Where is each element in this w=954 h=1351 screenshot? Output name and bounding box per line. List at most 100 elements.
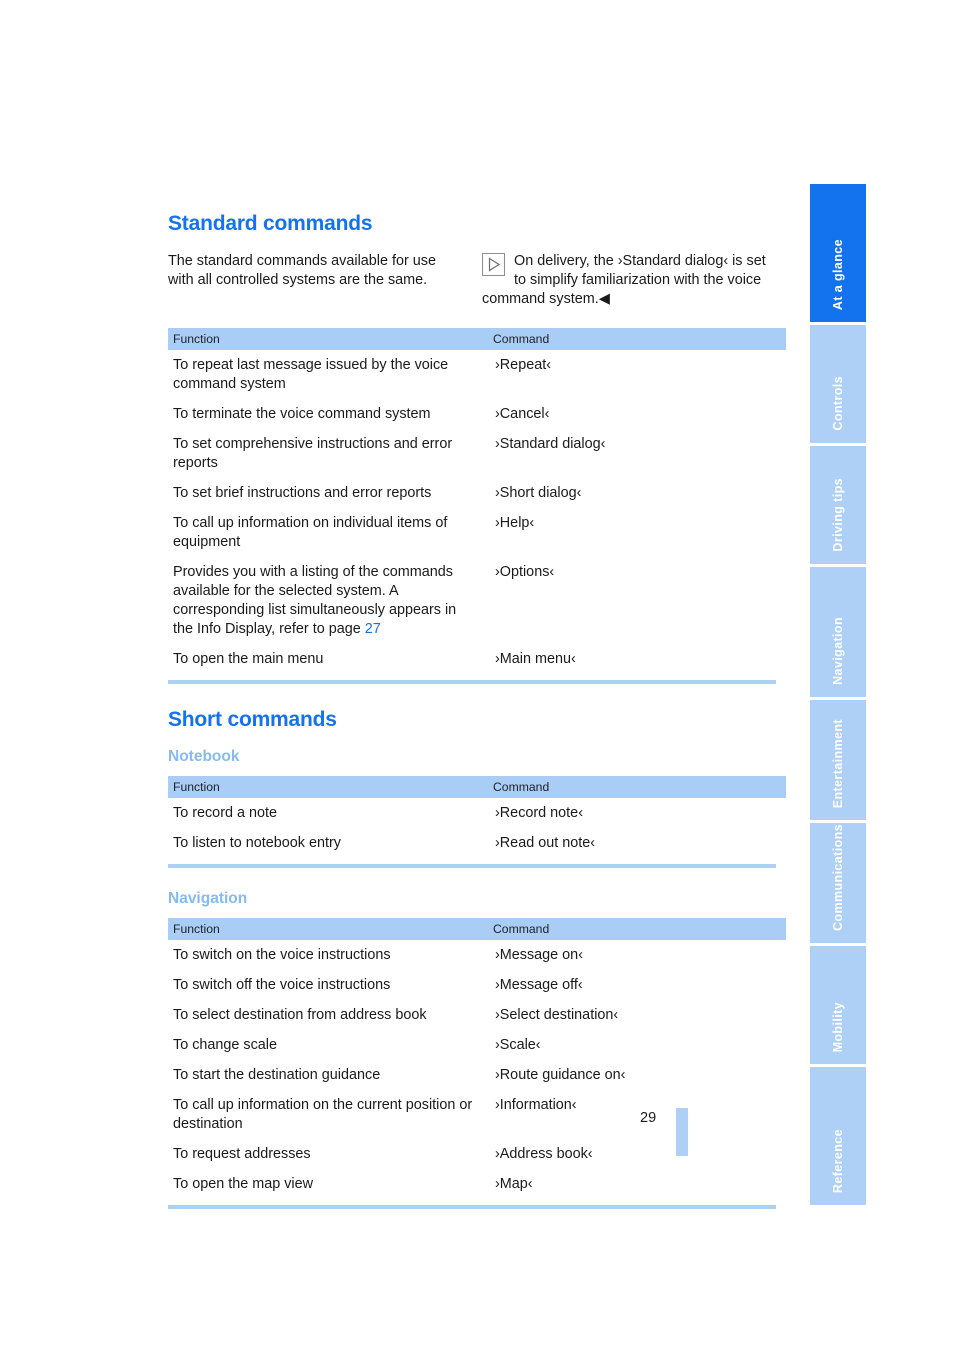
table-header-row: Function Command <box>168 776 786 798</box>
chapter-tab-label: Navigation <box>831 617 845 685</box>
cell-command: ›Read out note‹ <box>495 835 595 851</box>
table-row: To request addresses ›Address book‹ <box>168 1139 786 1169</box>
column-header-function: Function <box>168 328 488 350</box>
cell-function: To open the map view <box>173 1176 313 1192</box>
cell-function: To record a note <box>173 805 277 821</box>
page-number: 29 <box>640 1110 657 1126</box>
subheading-notebook: Notebook <box>168 748 240 765</box>
cell-function: To open the main menu <box>173 651 324 667</box>
table-row: To switch off the voice instructions ›Me… <box>168 970 786 1000</box>
table-row: To change scale ›Scale‹ <box>168 1030 786 1060</box>
cell-command: ›Route guidance on‹ <box>495 1067 626 1083</box>
table-row: To record a note ›Record note‹ <box>168 798 786 828</box>
chapter-tab-label: At a glance <box>831 238 845 310</box>
table-bottom-rule <box>168 680 776 684</box>
chapter-tab-entertainment[interactable]: Entertainment <box>810 700 866 820</box>
cell-function: To repeat last message issued by the voi… <box>173 357 449 392</box>
column-header-function: Function <box>168 776 488 798</box>
table-row: To open the main menu ›Main menu‹ <box>168 644 786 674</box>
chapter-tab-communications[interactable]: Communications <box>810 823 866 943</box>
chapter-tab-at-a-glance[interactable]: At a glance <box>810 184 866 322</box>
cell-function: To start the destination guidance <box>173 1067 381 1083</box>
cell-command: ›Scale‹ <box>495 1037 541 1053</box>
table-row: To set brief instructions and error repo… <box>168 478 786 508</box>
chapter-tab-inner: Communications <box>810 823 866 943</box>
cell-function: To request addresses <box>173 1146 311 1162</box>
cell-function: To terminate the voice command system <box>173 406 431 422</box>
page-title-standard-commands: Standard commands <box>168 212 373 235</box>
cell-function: To switch on the voice instructions <box>173 947 391 963</box>
chapter-tab-label: Controls <box>831 376 845 431</box>
chapter-tab-driving-tips[interactable]: Driving tips <box>810 446 866 564</box>
cell-command: ›Main menu‹ <box>495 651 576 667</box>
standard-commands-table: Function Command To repeat last message … <box>168 328 786 674</box>
cell-command: ›Information‹ <box>495 1097 577 1113</box>
chapter-tab-label: Driving tips <box>831 478 845 552</box>
cell-function: To change scale <box>173 1037 278 1053</box>
table-row: To listen to notebook entry ›Read out no… <box>168 828 786 858</box>
notebook-table-body: To record a note ›Record note‹ To listen… <box>168 798 786 858</box>
standard-table-body: To repeat last message issued by the voi… <box>168 350 786 674</box>
navigation-commands-table: Function Command To switch on the voice … <box>168 918 786 1199</box>
table-row: To repeat last message issued by the voi… <box>168 350 786 399</box>
cell-command: ›Cancel‹ <box>495 406 550 422</box>
table-row: To set comprehensive instructions and er… <box>168 429 786 478</box>
page-content: Standard commands The standard commands … <box>168 212 786 1233</box>
chapter-tab-mobility[interactable]: Mobility <box>810 946 866 1064</box>
chapter-tab-label: Mobility <box>831 1001 845 1052</box>
table-header-row: Function Command <box>168 328 786 350</box>
standard-intro-block: The standard commands available for use … <box>168 252 776 314</box>
cell-command: ›Address book‹ <box>495 1146 593 1162</box>
chapter-tab-label: Reference <box>831 1128 845 1193</box>
cell-command: ›Standard dialog‹ <box>495 436 606 452</box>
table-row: To call up information on individual ite… <box>168 508 786 557</box>
page-reference-link[interactable]: 27 <box>365 621 381 637</box>
table-row: To start the destination guidance ›Route… <box>168 1060 786 1090</box>
document-page: Standard commands The standard commands … <box>0 0 954 1351</box>
chapter-tab-controls[interactable]: Controls <box>810 325 866 443</box>
table-row: To open the map view ›Map‹ <box>168 1169 786 1199</box>
page-edge-marker <box>676 1108 688 1156</box>
column-header-command: Command <box>488 918 786 940</box>
cell-command: ›Options‹ <box>495 564 555 580</box>
cell-function: To set comprehensive instructions and er… <box>173 436 453 471</box>
chapter-tab-label: Communications <box>831 824 845 931</box>
table-bottom-rule <box>168 1205 776 1209</box>
cell-command: ›Help‹ <box>495 515 535 531</box>
navigation-table-body: To switch on the voice instructions ›Mes… <box>168 940 786 1199</box>
delivery-note-text: On delivery, the ›Standard dialog‹ is se… <box>482 253 766 307</box>
table-row: To select destination from address book … <box>168 1000 786 1030</box>
column-header-command: Command <box>488 776 786 798</box>
subheading-navigation: Navigation <box>168 890 248 907</box>
chapter-tab-inner: Driving tips <box>810 446 866 564</box>
chapter-tab-inner: Entertainment <box>810 700 866 820</box>
table-row: To terminate the voice command system ›C… <box>168 399 786 429</box>
cell-function: To set brief instructions and error repo… <box>173 485 432 501</box>
notebook-commands-table: Function Command To record a note ›Recor… <box>168 776 786 858</box>
chapter-tab-reference[interactable]: Reference <box>810 1067 866 1205</box>
chapter-tab-label: Entertainment <box>831 718 845 808</box>
column-header-command: Command <box>488 328 786 350</box>
cell-command: ›Repeat‹ <box>495 357 551 373</box>
chapter-tab-inner: Controls <box>810 325 866 443</box>
column-header-function: Function <box>168 918 488 940</box>
cell-command: ›Short dialog‹ <box>495 485 582 501</box>
cell-command: ›Map‹ <box>495 1176 533 1192</box>
cell-command: ›Message on‹ <box>495 947 583 963</box>
table-header-row: Function Command <box>168 918 786 940</box>
chapter-tab-strip: At a glance Controls Driving tips Navigatio… <box>810 184 866 1205</box>
table-row: Provides you with a listing of the comma… <box>168 557 786 644</box>
cell-command: ›Message off‹ <box>495 977 583 993</box>
chapter-tab-inner: Navigation <box>810 567 866 697</box>
chapter-tab-inner: At a glance <box>810 184 866 322</box>
cell-function: To call up information on individual ite… <box>173 515 448 550</box>
cell-function-text: Provides you with a listing of the comma… <box>173 564 457 637</box>
cell-function: To select destination from address book <box>173 1007 427 1023</box>
chapter-tab-navigation[interactable]: Navigation <box>810 567 866 697</box>
chapter-tab-inner: Mobility <box>810 946 866 1064</box>
delivery-note: On delivery, the ›Standard dialog‹ is se… <box>482 252 776 309</box>
cell-command: ›Record note‹ <box>495 805 583 821</box>
play-triangle-icon <box>482 253 505 276</box>
cell-command: ›Select destination‹ <box>495 1007 619 1023</box>
table-bottom-rule <box>168 864 776 868</box>
